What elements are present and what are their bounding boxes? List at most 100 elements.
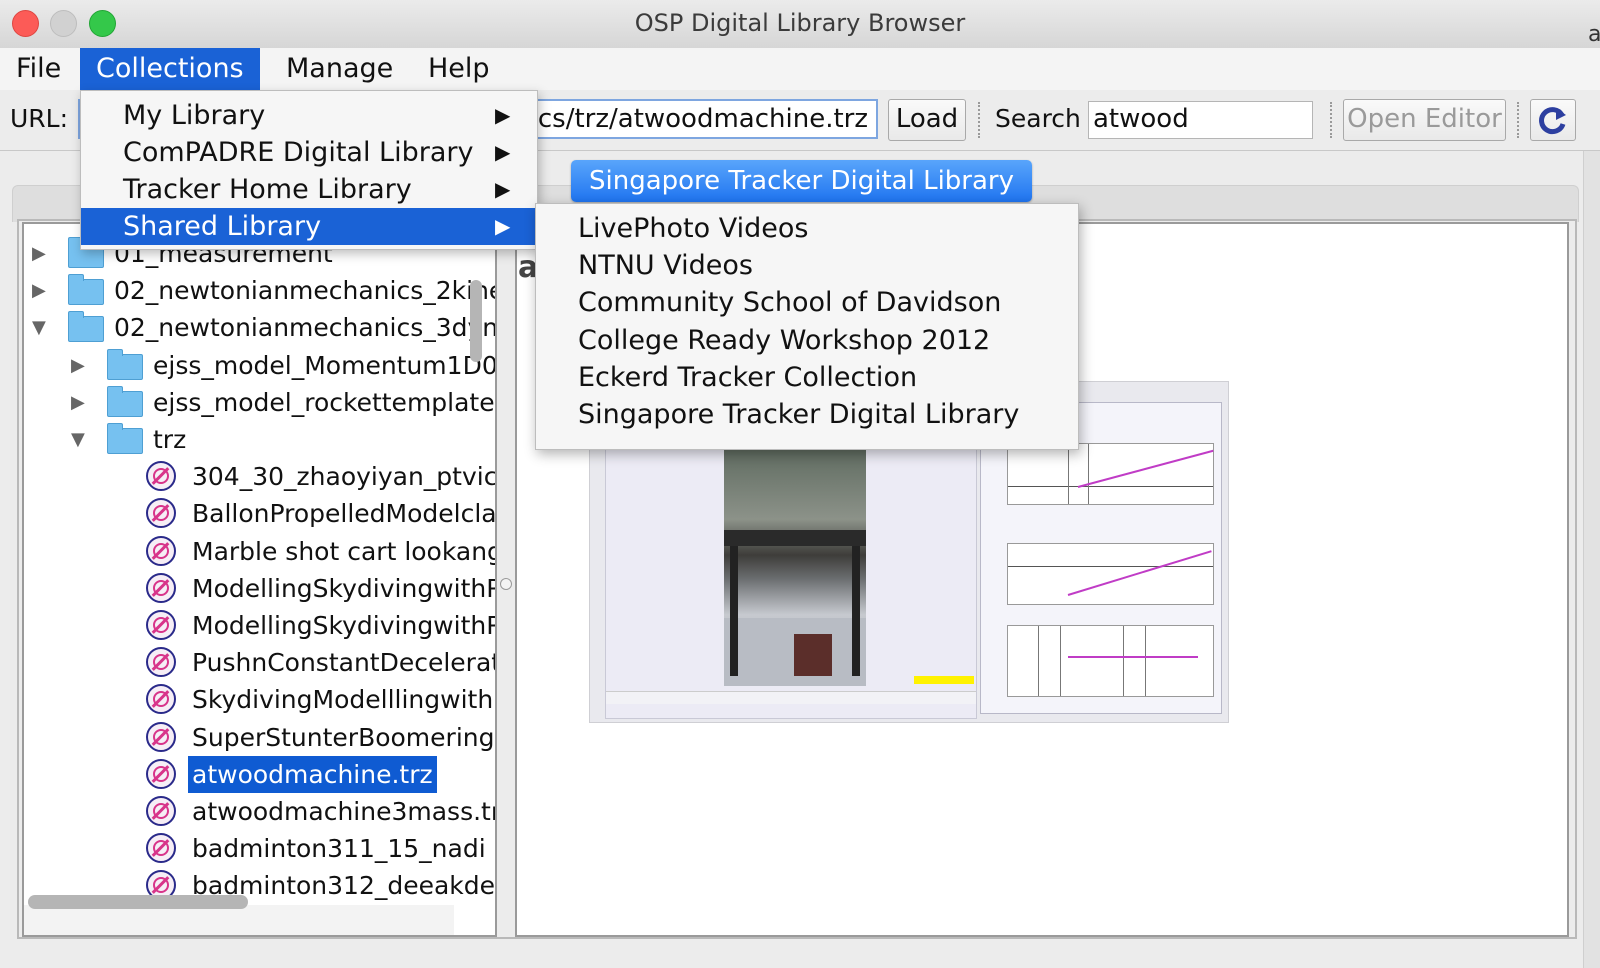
tree-collapse-arrow-icon[interactable]: ▶ <box>71 384 85 421</box>
tree-item-label: trz <box>153 425 187 454</box>
menu-collections[interactable]: Collections <box>80 48 260 90</box>
thumbnail-plot <box>1007 543 1214 605</box>
tree-vertical-scrollbar[interactable] <box>470 280 482 362</box>
plot-marker <box>1123 626 1124 696</box>
menu-file[interactable]: File <box>0 48 77 90</box>
search-label: Search <box>995 104 1081 133</box>
tree-collapse-arrow-icon[interactable]: ▶ <box>71 347 85 384</box>
tree-file-row[interactable]: ModellingSkydivingwithP <box>24 570 495 607</box>
plot-axis <box>1008 486 1213 487</box>
collections-menu: My Library ▶ ComPADRE Digital Library ▶ Trac… <box>80 90 538 250</box>
tracker-file-icon <box>146 758 176 789</box>
shared-library-item[interactable]: College Ready Workshop 2012 <box>578 322 990 359</box>
collections-menu-item[interactable]: ComPADRE Digital Library ▶ <box>81 134 537 171</box>
tree-folder-row[interactable]: ▶ ejss_model_Momentum1D0 <box>24 347 495 384</box>
tree-file-row[interactable]: atwoodmachine.trz <box>24 755 495 793</box>
plot-trace <box>1067 550 1212 596</box>
tree-collapse-arrow-icon[interactable]: ▶ <box>32 235 46 272</box>
tracker-file-icon <box>146 647 176 678</box>
plot-marker <box>1060 626 1061 696</box>
tree-file-row[interactable]: Marble shot cart lookang <box>24 533 495 570</box>
submenu-arrow-icon: ▶ <box>495 177 511 201</box>
shared-library-item[interactable]: LivePhoto Videos <box>578 210 808 247</box>
plot-trace <box>1068 656 1198 658</box>
tree-item-label: ModellingSkydivingwithP <box>192 611 497 640</box>
tree-folder-row[interactable]: ▼ trz <box>24 421 495 458</box>
tracker-file-icon <box>146 498 176 529</box>
folder-icon <box>107 348 143 380</box>
tree-item-label: atwoodmachine3mass.tr <box>192 797 497 826</box>
folder-icon <box>68 311 104 343</box>
submenu-arrow-icon: ▶ <box>495 140 511 164</box>
tracker-file-icon <box>146 721 176 752</box>
tree-horizontal-scrollbar[interactable] <box>28 895 248 909</box>
tree-collapse-arrow-icon[interactable]: ▶ <box>32 272 46 309</box>
split-pane-divider[interactable] <box>500 578 512 590</box>
menu-item-label: My Library <box>123 100 266 131</box>
tracker-file-icon <box>146 461 176 492</box>
tracker-file-icon <box>146 684 176 715</box>
window-title: OSP Digital Library Browser <box>634 9 966 37</box>
tree-expand-arrow-icon[interactable]: ▼ <box>71 421 85 458</box>
plot-marker <box>1145 626 1146 696</box>
tree-folder-row[interactable]: ▶ ejss_model_rockettemplate <box>24 384 495 421</box>
shared-library-submenu: LivePhoto Videos NTNU Videos Community Sch… <box>535 203 1079 450</box>
tree-file-row[interactable]: BallonPropelledModelcla <box>24 495 495 532</box>
photo-leg <box>852 546 860 676</box>
submenu-arrow-icon: ▶ <box>495 103 511 127</box>
tree-item-label: ejss_model_rockettemplate <box>153 387 495 417</box>
library-tree: ▶ 01_measurement ▶ 02_newtonianmechanics_2k… <box>22 222 497 937</box>
tree-expand-arrow-icon[interactable]: ▼ <box>32 309 46 346</box>
tree-item-label: ejss_model_Momentum1D0 <box>153 350 497 380</box>
photo-leg <box>730 546 738 676</box>
tree-file-row[interactable]: atwoodmachine3mass.tr <box>24 793 495 830</box>
tree-horizontal-scrollbar-track <box>24 905 454 935</box>
collections-menu-item[interactable]: Shared Library ▶ <box>81 208 537 245</box>
toolbar-separator <box>978 102 980 138</box>
menu-item-label: Tracker Home Library <box>123 174 412 205</box>
tree-item-label: 304_30_zhaoyiyan_ptvic <box>192 462 497 492</box>
shared-library-item[interactable]: Eckerd Tracker Collection <box>578 359 917 396</box>
plot-marker <box>1068 444 1069 504</box>
tree-item-label: BallonPropelledModelcla <box>192 499 497 529</box>
collections-menu-item[interactable]: My Library ▶ <box>81 97 537 134</box>
plot-trace <box>1077 449 1214 488</box>
tree-folder-row[interactable]: ▶ 02_newtonianmechanics_2kine <box>24 272 495 309</box>
tree-file-row[interactable]: 304_30_zhaoyiyan_ptvic <box>24 458 495 495</box>
tree-item-label: 02_newtonianmechanics_2kine <box>114 276 497 306</box>
shared-library-item[interactable]: Singapore Tracker Digital Library <box>578 396 1019 433</box>
menu-bar: File Collections Manage Help <box>0 48 1600 91</box>
refresh-icon <box>1539 107 1566 135</box>
tracker-file-icon <box>146 610 176 640</box>
search-input[interactable]: atwood <box>1088 101 1313 139</box>
tracker-file-icon <box>146 833 176 864</box>
tree-file-row[interactable]: SuperStunterBoomeringF <box>24 719 495 756</box>
tree-folder-row[interactable]: ▼ 02_newtonianmechanics_3dyna <box>24 309 495 346</box>
tab-singapore-tracker[interactable]: Singapore Tracker Digital Library <box>571 160 1032 202</box>
tracker-file-icon <box>146 535 176 566</box>
tree-item-label: SuperStunterBoomeringF <box>192 722 497 752</box>
tree-item-label: badminton311_15_nadi <box>192 834 486 864</box>
load-button[interactable]: Load <box>888 99 966 141</box>
refresh-button[interactable] <box>1530 99 1576 141</box>
tree-file-row[interactable]: badminton311_15_nadi <box>24 830 495 867</box>
toolbar-separator <box>1330 102 1332 138</box>
shared-library-item[interactable]: Community School of Davidson <box>578 284 1001 321</box>
tree-file-row[interactable]: PushnConstantDecelerat <box>24 644 495 681</box>
photo-weight <box>794 634 832 676</box>
thumbnail-video-frame <box>724 448 866 686</box>
tree-file-row[interactable]: SkydivingModelllingwithp <box>24 681 495 718</box>
thumbnail-player-bar <box>606 691 976 704</box>
toolbar-separator <box>1517 102 1519 138</box>
menu-help[interactable]: Help <box>412 48 506 90</box>
tree-file-row[interactable]: ModellingSkydivingwithP <box>24 607 495 644</box>
collections-menu-item[interactable]: Tracker Home Library ▶ <box>81 171 537 208</box>
menu-manage[interactable]: Manage <box>270 48 409 90</box>
tracker-file-icon <box>146 572 176 603</box>
tracker-file-icon <box>146 796 176 826</box>
tree-item-label: atwoodmachine.trz <box>188 755 437 793</box>
open-editor-button[interactable]: Open Editor <box>1343 99 1506 141</box>
folder-icon <box>68 274 104 306</box>
shared-library-item[interactable]: NTNU Videos <box>578 247 753 284</box>
plot-axis <box>1008 566 1213 567</box>
